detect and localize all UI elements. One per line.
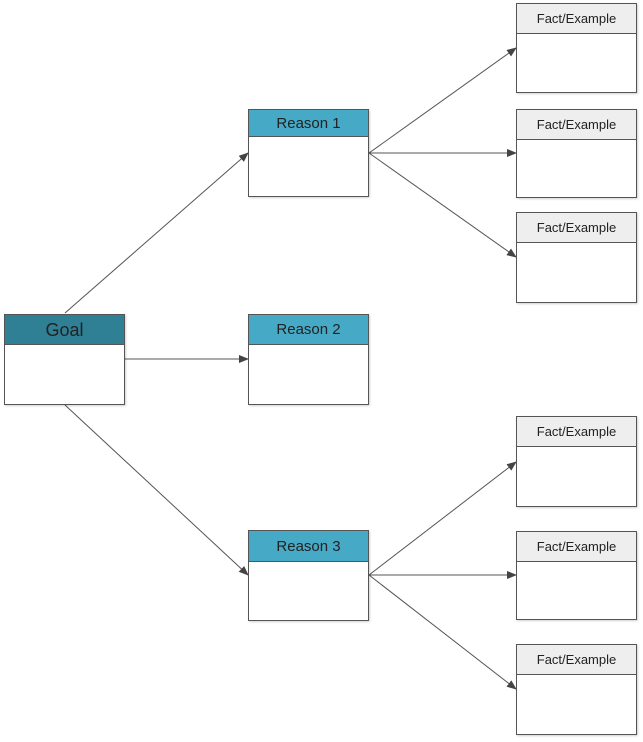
fact-4-label: Fact/Example xyxy=(517,417,636,447)
reason-2-node[interactable]: Reason 2 xyxy=(248,314,369,405)
arrow-reason1-to-fact3 xyxy=(368,152,517,258)
fact-4-node[interactable]: Fact/Example xyxy=(516,416,637,507)
fact-5-label: Fact/Example xyxy=(517,532,636,562)
arrow-reason3-to-fact6 xyxy=(368,574,517,690)
reason-3-node[interactable]: Reason 3 xyxy=(248,530,369,621)
arrow-reason1-to-fact1 xyxy=(368,47,517,154)
arrow-goal-to-reason1 xyxy=(64,152,249,314)
fact-1-label: Fact/Example xyxy=(517,4,636,34)
arrow-goal-to-reason3 xyxy=(64,404,249,576)
fact-2-node[interactable]: Fact/Example xyxy=(516,109,637,198)
fact-1-node[interactable]: Fact/Example xyxy=(516,3,637,93)
arrow-reason3-to-fact4 xyxy=(368,461,517,576)
fact-6-label: Fact/Example xyxy=(517,645,636,675)
fact-5-node[interactable]: Fact/Example xyxy=(516,531,637,620)
fact-3-label: Fact/Example xyxy=(517,213,636,243)
goal-label: Goal xyxy=(5,315,124,345)
reason-1-label: Reason 1 xyxy=(249,110,368,137)
reason-2-label: Reason 2 xyxy=(249,315,368,345)
goal-node[interactable]: Goal xyxy=(4,314,125,405)
fact-6-node[interactable]: Fact/Example xyxy=(516,644,637,735)
fact-3-node[interactable]: Fact/Example xyxy=(516,212,637,303)
reason-1-node[interactable]: Reason 1 xyxy=(248,109,369,197)
fact-2-label: Fact/Example xyxy=(517,110,636,140)
reason-3-label: Reason 3 xyxy=(249,531,368,562)
